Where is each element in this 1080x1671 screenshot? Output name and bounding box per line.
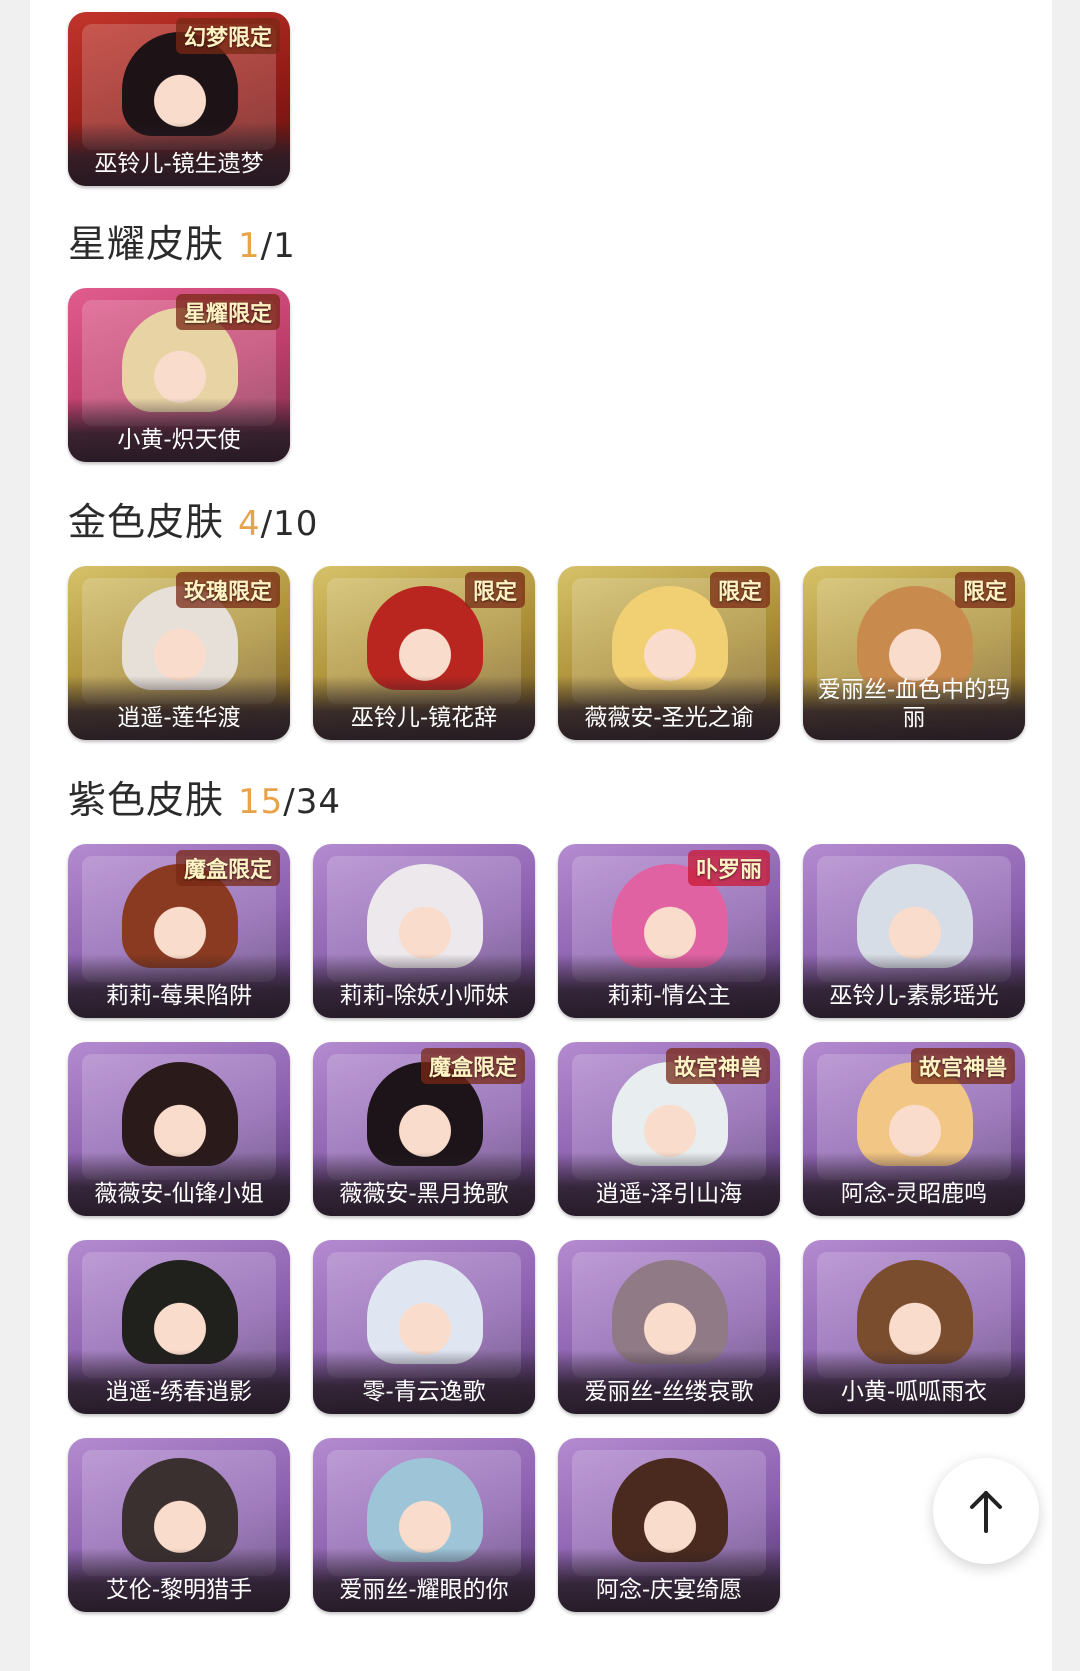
skin-name: 爱丽丝-血色中的玛丽 [817,677,1011,731]
skin-card[interactable]: 小黄-呱呱雨衣 [803,1240,1025,1414]
skin-card[interactable]: 巫铃儿-素影瑶光 [803,844,1025,1018]
arrow-up-icon [970,1491,1002,1533]
skin-label: 莉莉-情公主 [558,954,780,1018]
skin-card[interactable]: 莉莉-除妖小师妹 [313,844,535,1018]
skin-name: 巫铃儿-镜花辞 [350,705,498,731]
limited-badge: 幻梦限定 [175,18,280,54]
skin-grid: 星耀限定 小黄-炽天使 [68,288,1025,462]
section-gold-skins: 金色皮肤 4/10 玫瑰限定 逍遥-莲华渡 限定 巫铃儿-镜花辞 限定 薇薇安-… [68,492,1025,740]
section-purple-skins: 紫色皮肤 15/34 魔盒限定 莉莉-莓果陷阱 莉莉-除妖小师妹 卟罗丽 莉莉-情公主… [68,770,1025,1612]
skin-label: 零-青云逸歌 [313,1350,535,1414]
skin-card[interactable]: 艾伦-黎明猎手 [68,1438,290,1612]
skin-label: 爱丽丝-丝缕哀歌 [558,1350,780,1414]
section-title-text: 金色皮肤 [68,500,225,544]
skin-card[interactable]: 限定 爱丽丝-血色中的玛丽 [803,566,1025,740]
total-count: /10 [260,504,319,544]
skin-name: 阿念-庆宴绮愿 [595,1577,743,1603]
skin-label: 巫铃儿-镜花辞 [313,676,535,740]
skin-label: 逍遥-莲华渡 [68,676,290,740]
skin-label: 逍遥-绣春逍影 [68,1350,290,1414]
skin-label: 薇薇安-圣光之谕 [558,676,780,740]
skin-card[interactable]: 爱丽丝-丝缕哀歌 [558,1240,780,1414]
skin-name: 莉莉-除妖小师妹 [339,983,509,1009]
total-count: /1 [260,226,296,266]
skin-card[interactable]: 爱丽丝-耀眼的你 [313,1438,535,1612]
skin-card[interactable]: 卟罗丽莉莉-情公主 [558,844,780,1018]
collab-badge: 故宫神兽 [910,1048,1015,1084]
skin-label: 爱丽丝-耀眼的你 [313,1548,535,1612]
skin-card[interactable]: 故宫神兽阿念-灵昭鹿鸣 [803,1042,1025,1216]
skin-name: 零-青云逸歌 [362,1379,486,1405]
skin-label: 逍遥-泽引山海 [558,1152,780,1216]
skin-card[interactable]: 星耀限定 小黄-炽天使 [68,288,290,462]
skin-name: 阿念-灵昭鹿鸣 [840,1181,988,1207]
skin-card[interactable]: 零-青云逸歌 [313,1240,535,1414]
skin-name: 艾伦-黎明猎手 [105,1577,253,1603]
brand-badge: 卟罗丽 [687,850,770,886]
limited-badge: 星耀限定 [175,294,280,330]
skin-name: 小黄-呱呱雨衣 [840,1379,988,1405]
skin-label: 巫铃儿-素影瑶光 [803,954,1025,1018]
skin-name: 爱丽丝-丝缕哀歌 [584,1379,754,1405]
skin-label: 莉莉-莓果陷阱 [68,954,290,1018]
skin-name: 爱丽丝-耀眼的你 [339,1577,509,1603]
limited-badge: 玫瑰限定 [175,572,280,608]
skin-label: 艾伦-黎明猎手 [68,1548,290,1612]
skin-card[interactable]: 逍遥-绣春逍影 [68,1240,290,1414]
page-sheet: 幻梦限定 巫铃儿-镜生遗梦 星耀皮肤 1/1 星耀限定 小黄-炽天使 金色皮肤 4/… [30,0,1052,1671]
skin-label: 阿念-庆宴绮愿 [558,1548,780,1612]
owned-count: 4 [238,504,261,544]
section-title: 紫色皮肤 15/34 [68,770,1025,830]
skin-name: 巫铃儿-素影瑶光 [829,983,999,1009]
limited-badge: 魔盒限定 [420,1048,525,1084]
skin-card[interactable]: 薇薇安-仙锋小姐 [68,1042,290,1216]
skin-label: 薇薇安-仙锋小姐 [68,1152,290,1216]
limited-badge: 魔盒限定 [175,850,280,886]
skin-name: 小黄-炽天使 [117,427,241,453]
skin-label: 薇薇安-黑月挽歌 [313,1152,535,1216]
skin-card[interactable]: 限定 薇薇安-圣光之谕 [558,566,780,740]
total-count: /34 [283,782,341,822]
skin-name: 薇薇安-黑月挽歌 [339,1181,509,1207]
limited-badge: 限定 [464,572,525,608]
skin-name: 逍遥-泽引山海 [595,1181,743,1207]
skin-name: 巫铃儿-镜生遗梦 [94,151,264,177]
skin-name: 薇薇安-圣光之谕 [584,705,754,731]
skin-name: 莉莉-情公主 [607,983,731,1009]
skin-grid: 玫瑰限定 逍遥-莲华渡 限定 巫铃儿-镜花辞 限定 薇薇安-圣光之谕 限定 爱丽… [68,566,1025,740]
owned-count: 15 [238,782,284,822]
skin-grid: 魔盒限定 莉莉-莓果陷阱 莉莉-除妖小师妹 卟罗丽 莉莉-情公主 巫铃儿-素影瑶光 … [68,844,1025,1612]
section-title: 星耀皮肤 1/1 [68,214,1025,274]
skin-name: 薇薇安-仙锋小姐 [94,1181,264,1207]
skin-label: 小黄-呱呱雨衣 [803,1350,1025,1414]
skin-name: 逍遥-绣春逍影 [105,1379,253,1405]
skin-label: 巫铃儿-镜生遗梦 [68,122,290,186]
section-title-text: 星耀皮肤 [68,222,225,266]
limited-badge: 限定 [954,572,1015,608]
skin-card[interactable]: 魔盒限定薇薇安-黑月挽歌 [313,1042,535,1216]
skin-card[interactable]: 玫瑰限定 逍遥-莲华渡 [68,566,290,740]
collab-badge: 故宫神兽 [665,1048,770,1084]
skin-card[interactable]: 限定 巫铃儿-镜花辞 [313,566,535,740]
skin-label: 莉莉-除妖小师妹 [313,954,535,1018]
skin-card[interactable]: 故宫神兽逍遥-泽引山海 [558,1042,780,1216]
skin-card[interactable]: 魔盒限定莉莉-莓果陷阱 [68,844,290,1018]
owned-count: 1 [238,226,261,266]
limited-badge: 限定 [709,572,770,608]
skin-label: 阿念-灵昭鹿鸣 [803,1152,1025,1216]
skin-label: 爱丽丝-血色中的玛丽 [803,676,1025,740]
section-title-text: 紫色皮肤 [68,778,225,822]
section-title: 金色皮肤 4/10 [68,492,1025,552]
skin-label: 小黄-炽天使 [68,398,290,462]
section-star-skins: 星耀皮肤 1/1 星耀限定 小黄-炽天使 [68,214,1025,462]
skin-card[interactable]: 阿念-庆宴绮愿 [558,1438,780,1612]
skin-name: 逍遥-莲华渡 [117,705,241,731]
scroll-to-top-button[interactable] [933,1458,1039,1564]
skin-name: 莉莉-莓果陷阱 [105,983,253,1009]
top-card-area: 幻梦限定 巫铃儿-镜生遗梦 [68,12,290,186]
skin-card[interactable]: 幻梦限定 巫铃儿-镜生遗梦 [68,12,290,186]
